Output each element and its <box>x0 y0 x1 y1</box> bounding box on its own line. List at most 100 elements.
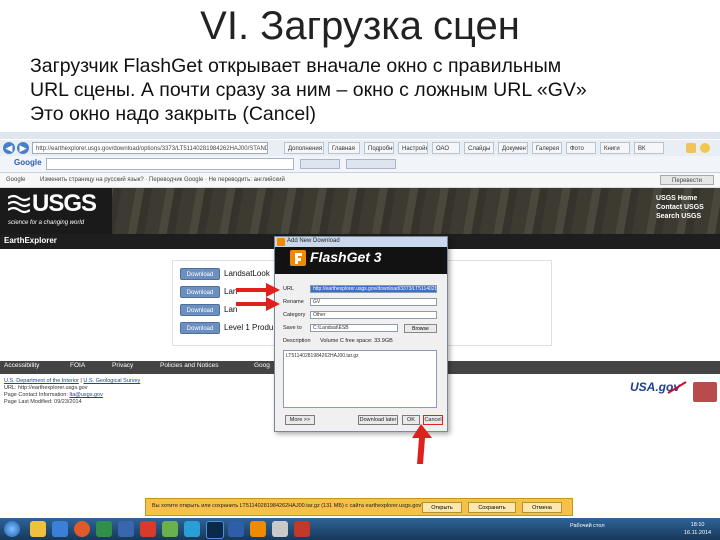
browser-tab[interactable]: Настройка <box>398 142 428 154</box>
footer-contact-line: Page Contact Information: lta@usgs.gov <box>4 392 103 398</box>
slide-line-2: URL сцены. А почти сразу за ним – окно с… <box>30 79 587 101</box>
start-button-icon[interactable] <box>4 521 20 537</box>
forward-icon[interactable]: ▶ <box>17 142 29 154</box>
footer-link-google[interactable]: Goog <box>254 362 270 369</box>
download-button[interactable]: Download <box>180 268 220 280</box>
address-bar[interactable]: http://earthexplorer.usgs.gov/download/o… <box>32 142 268 154</box>
footer-link-accessibility[interactable]: Accessibility <box>4 362 39 369</box>
usa-gov-logo[interactable]: USA.gov <box>628 378 688 396</box>
browse-button[interactable]: Browse <box>404 324 437 333</box>
flashget-logo-text: FlashGet 3 <box>310 249 382 265</box>
arrow-to-cancel-icon <box>412 424 432 464</box>
browser-tab[interactable]: Главная <box>328 142 360 154</box>
earthexplorer-label[interactable]: EarthExplorer <box>4 236 57 245</box>
clock-date: 16.11.2014 <box>684 530 712 536</box>
take-pride-logo[interactable] <box>693 382 717 402</box>
free-space-text: Volume C free space: 33.9GB <box>320 338 393 344</box>
app-icon[interactable] <box>272 521 288 537</box>
usgs-header-links: USGS Home Contact USGS Search USGS <box>656 194 704 221</box>
google-logo-small: Google <box>6 177 26 183</box>
app-icon[interactable] <box>140 521 156 537</box>
tray-label[interactable]: Рабочий стол <box>570 523 605 529</box>
google-search-input[interactable] <box>46 158 294 170</box>
description-label: Description <box>283 338 311 344</box>
download-label: Level 1 Produ <box>224 323 274 332</box>
url-field[interactable]: http://earthexplorer.usgs.gov/download/3… <box>310 285 437 293</box>
description-field[interactable]: LT51140281984262HAJ00.tar.gz <box>283 350 437 408</box>
mail-icon[interactable] <box>118 521 134 537</box>
save-to-label: Save to <box>283 325 302 331</box>
window-top-strip <box>0 132 720 139</box>
download-button[interactable]: Download <box>180 304 220 316</box>
browser-screenshot: ◀ ▶ http://earthexplorer.usgs.gov/downlo… <box>0 132 720 540</box>
taskbar-clock[interactable]: 18:10 16.11.2014 <box>684 521 711 537</box>
google-toolbar: Google <box>0 156 720 173</box>
browser-tab[interactable]: Дополнения <box>284 142 324 154</box>
svg-text:USA.gov: USA.gov <box>630 380 681 394</box>
contact-usgs-link[interactable]: Contact USGS <box>656 203 704 212</box>
toolbar-button[interactable] <box>346 159 396 169</box>
slide-line-3: Это окно надо закрыть (Cancel) <box>30 103 317 125</box>
translate-bar: Google Изменить страницу на русский язык… <box>0 173 720 188</box>
media-player-icon[interactable] <box>74 521 90 537</box>
app-icon[interactable] <box>162 521 178 537</box>
dialog-titlebar[interactable]: Add New Download <box>275 237 447 247</box>
ie-icon[interactable] <box>52 521 68 537</box>
download-notification-bar: Вы хотите открыть или сохранить LT511402… <box>145 498 573 516</box>
translate-prompt: Изменить страницу на русский язык? · Пер… <box>40 177 285 183</box>
rename-field[interactable]: GV <box>310 298 437 306</box>
app-icon[interactable] <box>184 521 200 537</box>
flashget-logo-icon <box>290 250 306 266</box>
usgs-wave-icon <box>8 194 30 214</box>
dialog-title: Add New Download <box>287 238 340 244</box>
browser-tab[interactable]: ВК <box>634 142 664 154</box>
browser-tab[interactable]: Документы <box>498 142 528 154</box>
usgs-footer-link[interactable]: U.S. Geological Survey <box>83 378 140 384</box>
flashget-small-icon <box>277 238 285 246</box>
cancel-download-button[interactable]: Отмена <box>522 502 562 513</box>
home-icon[interactable] <box>686 143 696 153</box>
download-prompt: Вы хотите открыть или сохранить LT511402… <box>152 503 425 509</box>
photoshop-icon[interactable] <box>206 521 224 539</box>
browser-tab[interactable]: ОАО <box>432 142 460 154</box>
browser-tab[interactable]: Подробнее <box>364 142 394 154</box>
arrow-to-url-icon <box>236 283 280 311</box>
word-doc-icon[interactable] <box>228 521 244 537</box>
footer-link-foia[interactable]: FOIA <box>70 362 85 369</box>
toolbar-button[interactable] <box>300 159 340 169</box>
doi-link[interactable]: U.S. Department of the Interior <box>4 378 79 384</box>
browser-tab[interactable]: Слайды <box>464 142 494 154</box>
save-to-field[interactable]: C:\Landsat\ESB <box>310 324 398 332</box>
more-button[interactable]: More >> <box>285 415 315 425</box>
category-select[interactable]: Other <box>310 311 437 319</box>
favorites-star-icon[interactable] <box>700 143 710 153</box>
address-row: ◀ ▶ http://earthexplorer.usgs.gov/downlo… <box>0 140 720 156</box>
footer-link-policies[interactable]: Policies and Notices <box>160 362 219 369</box>
search-usgs-link[interactable]: Search USGS <box>656 212 704 221</box>
download-button[interactable]: Download <box>180 322 220 334</box>
save-button[interactable]: Сохранить <box>468 502 516 513</box>
browser-tab[interactable]: Фото <box>566 142 596 154</box>
translate-button[interactable]: Перевести <box>660 175 714 185</box>
download-later-button[interactable]: Download later <box>358 415 398 425</box>
word-icon[interactable] <box>96 521 112 537</box>
category-label: Category <box>283 312 306 318</box>
powerpoint-icon[interactable] <box>294 521 310 537</box>
open-button[interactable]: Открыть <box>422 502 462 513</box>
rename-label: Rename <box>283 299 304 305</box>
usgs-home-link[interactable]: USGS Home <box>656 194 704 203</box>
slide-body: Загрузчик FlashGet открывает вначале окн… <box>30 54 720 126</box>
google-logo: Google <box>14 158 42 167</box>
footer-link-privacy[interactable]: Privacy <box>112 362 133 369</box>
explorer-icon[interactable] <box>30 521 46 537</box>
back-icon[interactable]: ◀ <box>3 142 15 154</box>
flashget-taskbar-icon[interactable] <box>250 521 266 537</box>
contact-email-link[interactable]: lta@usgs.gov <box>69 392 102 398</box>
usgs-logo[interactable]: USGS <box>32 190 97 218</box>
browser-tab[interactable]: Книги <box>600 142 630 154</box>
footer-line: U.S. Department of the Interior | U.S. G… <box>4 378 141 384</box>
download-button[interactable]: Download <box>180 286 220 298</box>
slide-title: VI. Загрузка сцен <box>200 4 520 48</box>
clock-time: 18:10 <box>690 522 705 528</box>
browser-tab[interactable]: Галерея <box>532 142 562 154</box>
